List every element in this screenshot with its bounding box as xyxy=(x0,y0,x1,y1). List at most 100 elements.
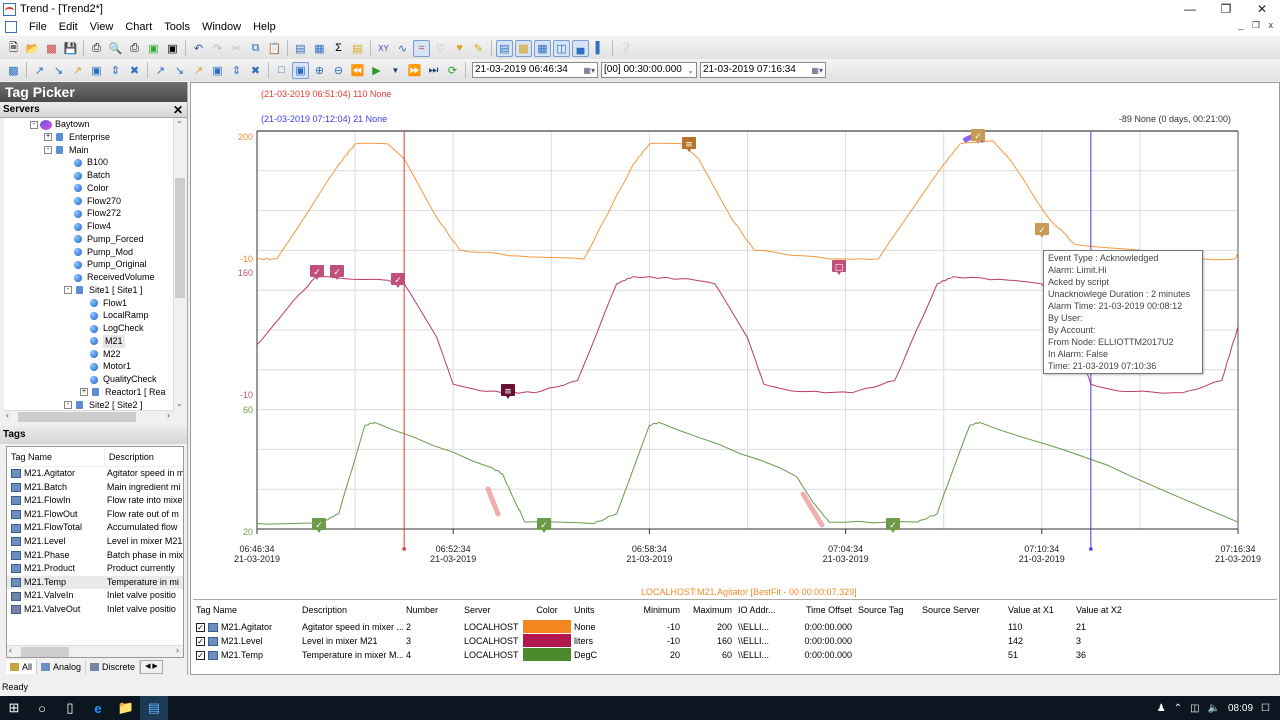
search-icon[interactable]: ○ xyxy=(28,696,56,720)
tab-analog[interactable]: Analog xyxy=(37,660,87,674)
scroll-left-icon[interactable]: ‹ xyxy=(6,410,9,420)
tree-node[interactable]: - Main xyxy=(44,144,89,157)
statistics-icon[interactable]: Σ xyxy=(330,40,347,57)
menu-tools[interactable]: Tools xyxy=(158,21,196,33)
properties-icon[interactable]: ▣ xyxy=(164,40,181,57)
column-header[interactable]: Minimum xyxy=(631,600,683,620)
column-header[interactable]: Value at X1 xyxy=(1005,600,1073,620)
tag-list-item[interactable]: M21.Level Level in mixer M21 xyxy=(7,535,183,549)
fullscreen-icon[interactable]: ▌ xyxy=(591,40,608,57)
export-icon[interactable]: ▣ xyxy=(145,40,162,57)
column-header[interactable]: Color xyxy=(523,600,571,620)
minimize-button[interactable]: — xyxy=(1172,0,1208,18)
tree-node[interactable]: QualityCheck xyxy=(90,373,157,386)
chevron-down-icon[interactable]: ⌄ xyxy=(687,64,694,78)
scale-expand-icon[interactable]: ⇕ xyxy=(107,62,124,79)
cut-icon[interactable]: ✂ xyxy=(228,40,245,57)
paste-icon[interactable]: 📋 xyxy=(266,40,283,57)
zoom-out-icon[interactable]: ⊖ xyxy=(330,62,347,79)
pen-color-swatch[interactable] xyxy=(523,634,571,647)
scroll-down-icon[interactable]: ⌄ xyxy=(176,399,183,408)
scroll-back-icon[interactable]: ⏪ xyxy=(349,62,366,79)
tree-node[interactable]: Flow272 xyxy=(74,207,121,220)
expand-icon[interactable]: + xyxy=(44,133,52,142)
duration-select[interactable]: [00] 00:30:00.000 ⌄ xyxy=(601,62,697,78)
tree-node[interactable]: + Enterprise xyxy=(44,131,110,144)
end-time-picker[interactable]: 21-03-2019 07:16:34 ▦▾ xyxy=(700,62,826,78)
menu-chart[interactable]: Chart xyxy=(119,21,158,33)
tree-node[interactable]: Motor1 xyxy=(90,360,131,373)
tag-list-item[interactable]: M21.Agitator Agitator speed in m xyxy=(7,467,183,481)
tree-node[interactable]: + Reactor1 [ Rea xyxy=(80,386,166,399)
tag-table-row[interactable]: ✓ M21.Level Level in mixer M21 3 LOCALHOST li… xyxy=(193,634,1277,648)
menu-file[interactable]: File xyxy=(23,21,53,33)
tab-scroll-buttons[interactable]: ◀ ▶ xyxy=(140,660,163,674)
menu-help[interactable]: Help xyxy=(247,21,282,33)
highlight-icon[interactable]: ✎ xyxy=(470,40,487,57)
volume-icon[interactable]: 🔈 xyxy=(1208,703,1220,714)
column-header[interactable]: Source Server xyxy=(919,600,1005,620)
maximize-button[interactable]: ❐ xyxy=(1208,0,1244,18)
start-time-picker[interactable]: 21-03-2019 06:46:34 ▦▾ xyxy=(472,62,598,78)
calendar-dropdown-icon[interactable]: ▦▾ xyxy=(811,64,823,78)
scroll-right-icon[interactable]: › xyxy=(176,645,179,655)
document-icon[interactable] xyxy=(5,21,17,33)
all-scale-fit-icon[interactable]: ▣ xyxy=(209,62,226,79)
print-icon[interactable]: ⎙ xyxy=(126,40,143,57)
tree-node[interactable]: LocalRamp xyxy=(90,309,149,322)
zoom-box-icon[interactable]: ▣ xyxy=(292,61,309,79)
copy-icon[interactable]: ⧉ xyxy=(247,40,264,57)
tree-node[interactable]: M21 xyxy=(90,334,125,348)
tree-node[interactable]: Flow4 xyxy=(74,220,111,233)
tag-list-item[interactable]: M21.Phase Batch phase in mix xyxy=(7,549,183,563)
pen-visible-checkbox[interactable]: ✓ xyxy=(196,637,205,647)
column-header[interactable]: Time Offset xyxy=(791,600,855,620)
tree-node[interactable]: Pump_Forced xyxy=(74,233,144,246)
network-icon[interactable]: ◫ xyxy=(1190,703,1199,714)
tree-horizontal-scrollbar[interactable]: ‹ › xyxy=(4,410,174,422)
column-header[interactable]: Description xyxy=(299,600,403,620)
redo-icon[interactable]: ↷ xyxy=(209,40,226,57)
report-icon[interactable]: ▤ xyxy=(349,40,366,57)
trend-taskbar-icon[interactable]: ▤ xyxy=(140,696,168,720)
scroll-forward-icon[interactable]: ⏩ xyxy=(406,62,423,79)
zoom-area-icon[interactable]: □ xyxy=(273,62,290,79)
grid-toggle-icon[interactable]: ▦ xyxy=(534,39,551,57)
menu-view[interactable]: View xyxy=(84,21,120,33)
people-icon[interactable]: ♟ xyxy=(1157,703,1166,714)
tree-vertical-scrollbar[interactable]: ⌃ ⌄ xyxy=(173,118,185,410)
scale-auto-icon[interactable]: ↗ xyxy=(69,62,86,79)
scroll-up-icon[interactable]: ⌃ xyxy=(176,120,183,129)
tag-list-item[interactable]: M21.ValveOut Inlet valve positio xyxy=(7,603,183,617)
column-header[interactable]: Units xyxy=(571,600,631,620)
zoom-in-icon[interactable]: ⊕ xyxy=(311,62,328,79)
close-button[interactable]: ✕ xyxy=(1244,0,1280,18)
column-header[interactable]: Tag Name xyxy=(193,600,299,620)
annotation-icon[interactable]: ♡ xyxy=(432,40,449,57)
add-annotation-icon[interactable]: ♥ xyxy=(451,40,468,57)
windows-start-icon[interactable]: ⊞ xyxy=(0,696,28,720)
calendar-icon[interactable]: ▦ xyxy=(311,40,328,57)
column-description[interactable]: Description xyxy=(105,447,183,466)
collapse-icon[interactable]: - xyxy=(30,120,38,129)
refresh-icon[interactable]: ⟳ xyxy=(444,62,461,79)
column-header[interactable]: Server xyxy=(461,600,523,620)
scale-shrink-icon[interactable]: ✖ xyxy=(126,62,143,79)
undo-icon[interactable]: ↶ xyxy=(190,40,207,57)
multi-trend-icon[interactable]: ≈ xyxy=(413,39,430,57)
tab-discrete[interactable]: Discrete xyxy=(86,660,141,674)
save-icon[interactable]: 💾 xyxy=(62,40,79,57)
print-setup-icon[interactable]: ⎙ xyxy=(88,40,105,57)
all-scale-auto-icon[interactable]: ↗ xyxy=(190,62,207,79)
tag-list-item[interactable]: M21.FlowOut Flow rate out of m xyxy=(7,508,183,522)
column-header[interactable]: Value at X2 xyxy=(1073,600,1133,620)
open-folder-icon[interactable]: 📂 xyxy=(24,40,41,57)
xy-chart-icon[interactable]: XY xyxy=(375,40,392,57)
collapse-icon[interactable]: - xyxy=(44,146,52,154)
tree-node[interactable]: - Baytown xyxy=(30,118,90,131)
column-header[interactable]: Source Tag xyxy=(855,600,919,620)
pen-color-swatch[interactable] xyxy=(523,620,571,633)
chevron-up-icon[interactable]: ⌃ xyxy=(1174,703,1182,714)
all-scale-expand-icon[interactable]: ⇕ xyxy=(228,62,245,79)
tag-filter-toggle-icon[interactable]: ▩ xyxy=(515,39,532,57)
